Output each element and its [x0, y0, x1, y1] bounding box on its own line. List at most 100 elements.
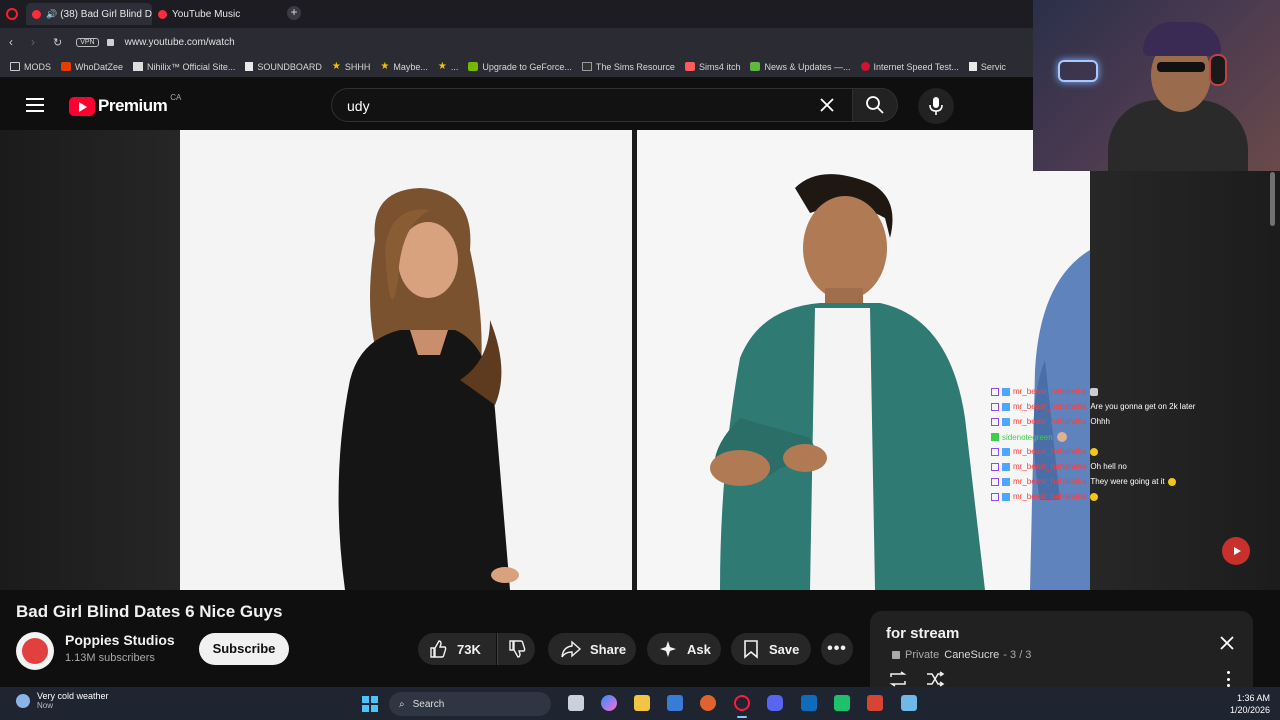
clock-date: 1/20/2026: [1229, 705, 1270, 715]
playlist-title[interactable]: for stream: [886, 625, 959, 642]
app-icon[interactable]: [700, 695, 716, 711]
streamer-glasses: [1157, 62, 1205, 72]
bookmark-icon: [744, 640, 758, 659]
channel-avatar[interactable]: [16, 632, 54, 670]
bookmark-shhh[interactable]: ★ SHHH: [332, 61, 370, 72]
tab-bad-girl-blind-dates[interactable]: 🔊 (38) Bad Girl Blind Da: [26, 3, 152, 25]
speaker-icon[interactable]: 🔊: [46, 9, 57, 20]
channel-name[interactable]: Poppies Studios: [65, 632, 175, 648]
taskbar-search[interactable]: ⌕ Search: [389, 692, 551, 716]
share-label: Share: [590, 641, 627, 657]
search-icon: ⌕: [399, 698, 405, 710]
store-icon[interactable]: [667, 695, 683, 711]
bookmark-sims4-itch[interactable]: Sims4 itch: [684, 62, 740, 72]
shuffle-icon[interactable]: [925, 671, 945, 687]
search-input[interactable]: udy: [331, 88, 855, 122]
like-count: 73K: [457, 641, 481, 657]
new-tab-icon[interactable]: +: [287, 6, 301, 20]
folder-icon: [10, 62, 20, 71]
forward-icon[interactable]: ›: [31, 35, 35, 49]
like-button[interactable]: 73K: [418, 633, 496, 665]
neon-sign: [1058, 60, 1098, 82]
bookmark-maybe[interactable]: ★ Maybe...: [380, 61, 427, 72]
hamburger-menu-icon[interactable]: [26, 98, 44, 112]
share-button[interactable]: Share: [548, 633, 636, 665]
tab-label: (38) Bad Girl Blind Da: [60, 8, 152, 20]
clock[interactable]: 1:36 AM 1/20/2026: [1200, 692, 1270, 716]
ask-button[interactable]: Ask: [647, 633, 721, 665]
bookmark-nihilix[interactable]: Nihilix™ Official Site...: [133, 62, 235, 72]
bookmark-soundboard[interactable]: SOUNDBOARD: [245, 62, 322, 72]
bookmark-whodatzee[interactable]: WhoDatZee: [61, 62, 123, 72]
bookmark-servic[interactable]: Servic: [968, 62, 1006, 72]
dislike-button[interactable]: [497, 633, 535, 665]
page-icon: [245, 62, 254, 71]
tab-label: YouTube Music: [172, 8, 241, 20]
emoji-icon: [1167, 477, 1176, 486]
playlist-panel: for stream Private CaneSucre - 3 / 3: [870, 611, 1253, 693]
save-label: Save: [769, 641, 800, 657]
search-button[interactable]: [852, 88, 898, 122]
voice-search-button[interactable]: [918, 88, 954, 124]
emote-icon: [1056, 432, 1067, 442]
subscribe-button[interactable]: Subscribe: [199, 633, 289, 665]
webcam-overlay: [1033, 0, 1280, 171]
chat-message: mr_beast_hahahaha: [991, 492, 1099, 501]
chat-message: mr_beast_hahahaha: [991, 387, 1099, 396]
file-explorer-icon[interactable]: [634, 695, 650, 711]
tab-youtube-music[interactable]: YouTube Music: [152, 3, 272, 25]
close-playlist-icon[interactable]: [1217, 633, 1237, 653]
playlist-owner[interactable]: CaneSucre: [944, 649, 999, 661]
video-player[interactable]: mr_beast_hahahaha mr_beast_hahahaha Are …: [0, 130, 1280, 590]
twitch-badge-icon: [991, 417, 999, 426]
lock-icon: [892, 651, 900, 659]
man-figure: [710, 174, 985, 590]
star-icon: ★: [437, 61, 447, 72]
taskbar-search-label: Search: [412, 698, 445, 710]
sub-badge-icon: [1002, 462, 1010, 471]
notepad-icon[interactable]: [901, 695, 917, 711]
reload-icon[interactable]: ↻: [53, 36, 62, 49]
youtube-play-logo-icon: [69, 96, 95, 116]
save-button[interactable]: Save: [731, 633, 811, 665]
emoji-icon: [1090, 447, 1099, 456]
star-icon: ★: [331, 61, 341, 72]
back-icon[interactable]: ‹: [9, 35, 13, 49]
sub-badge-icon: [1002, 417, 1010, 426]
bookmark-geforce[interactable]: Upgrade to GeForce...: [468, 62, 572, 72]
url-text[interactable]: www.youtube.com/watch: [125, 37, 235, 48]
clear-search-icon[interactable]: [817, 95, 837, 115]
search-query: udy: [347, 98, 370, 114]
playlist-privacy: Private: [905, 649, 940, 661]
outlook-icon[interactable]: [801, 695, 817, 711]
bookmark-mods[interactable]: MODS: [10, 62, 51, 72]
record-button-icon[interactable]: [1222, 537, 1250, 565]
discord-icon[interactable]: [767, 695, 783, 711]
sub-badge-icon: [1002, 402, 1010, 411]
loop-icon[interactable]: [888, 671, 908, 687]
twitch-badge-icon: [991, 462, 999, 471]
star-icon: ★: [380, 61, 390, 72]
news-icon: [750, 62, 761, 71]
vpn-badge[interactable]: VPN: [76, 37, 99, 47]
opera-gx-icon[interactable]: [734, 695, 750, 711]
bookmark-news-updates[interactable]: News & Updates —...: [750, 62, 851, 72]
opera-logo-icon[interactable]: [6, 8, 18, 20]
sparkle-icon: [660, 641, 676, 657]
bookmark-sims-resource[interactable]: The Sims Resource: [581, 62, 675, 72]
youtube-premium-logo[interactable]: Premium CA: [69, 93, 181, 116]
task-view-icon[interactable]: [568, 695, 584, 711]
windows-start-icon[interactable]: [362, 696, 378, 712]
copilot-icon[interactable]: [601, 695, 617, 711]
weather-widget[interactable]: Very cold weather Now: [16, 691, 109, 710]
media-app-icon[interactable]: [867, 695, 883, 711]
chat-message: mr_beast_hahahaha Oh hell no: [991, 462, 1127, 471]
playlist-more-icon[interactable]: [1225, 671, 1231, 687]
playlist-position: - 3 / 3: [1003, 649, 1032, 661]
chat-app-icon[interactable]: [834, 695, 850, 711]
bookmark-folder[interactable]: ★...: [438, 61, 458, 72]
more-actions-button[interactable]: •••: [821, 633, 853, 665]
chat-message: mr_beast_hahahaha: [991, 447, 1099, 456]
scrollbar-thumb[interactable]: [1270, 172, 1275, 226]
bookmark-speed-test[interactable]: Internet Speed Test...: [860, 62, 959, 72]
